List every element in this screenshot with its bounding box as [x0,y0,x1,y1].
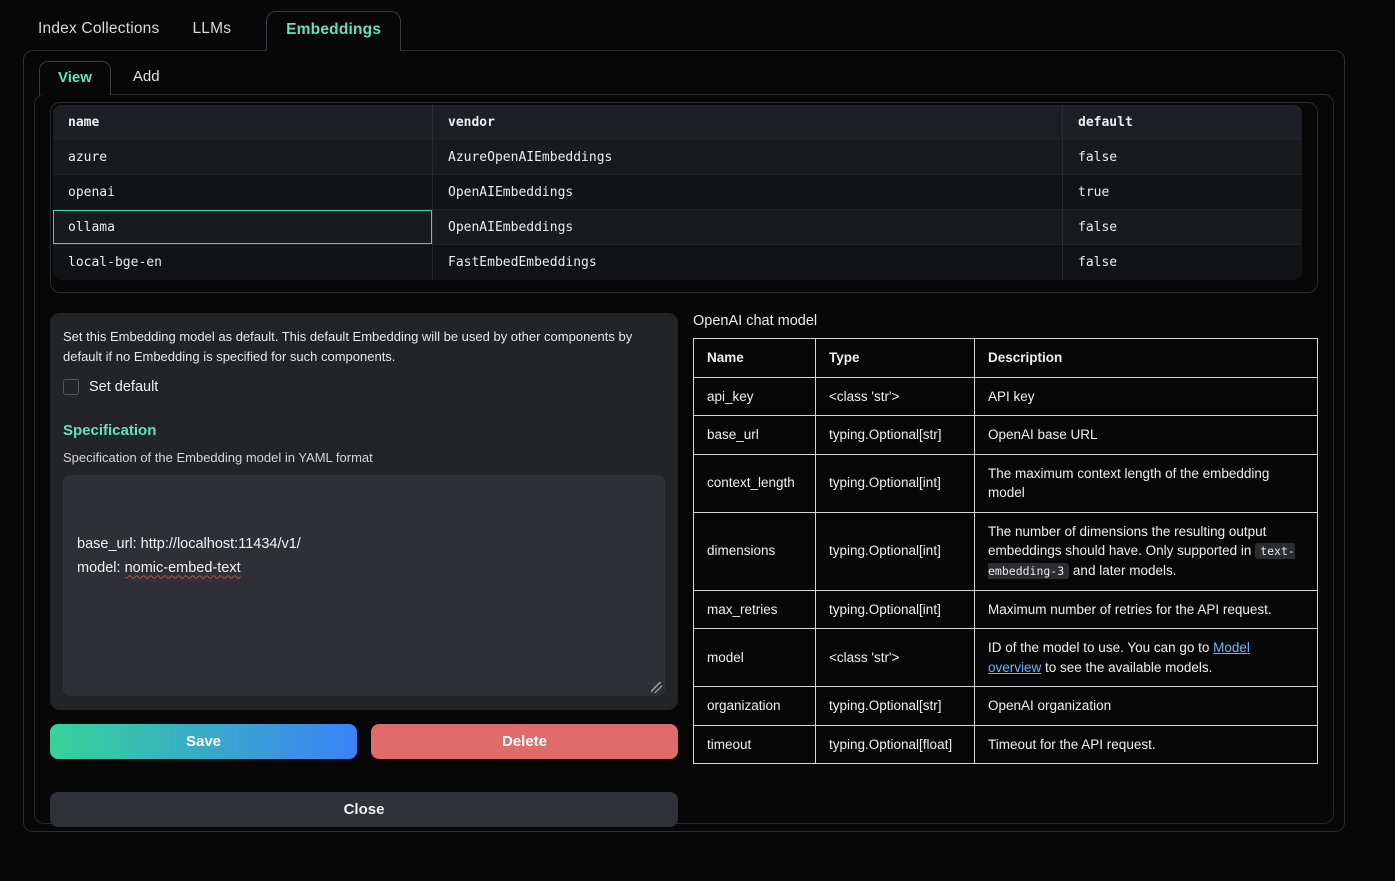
column-header-default: default [1063,105,1302,140]
cell-vendor[interactable]: OpenAIEmbeddings [433,175,1063,210]
detail-area: Set this Embedding model as default. Thi… [35,293,1333,827]
subtab-add[interactable]: Add [133,61,160,94]
embeddings-row-local-bge-en[interactable]: local-bge-enFastEmbedEmbeddingsfalse [53,245,1302,280]
embeddings-table-header: name vendor default [53,105,1302,140]
misspelled-word: nomic-embed-text [125,560,241,576]
set-default-description: Set this Embedding model as default. Thi… [63,327,665,367]
cell-vendor[interactable]: OpenAIEmbeddings [433,210,1063,245]
cell-default[interactable]: true [1063,175,1302,210]
schema-cell-description: The number of dimensions the resulting o… [975,512,1318,590]
cell-name[interactable]: local-bge-en [53,245,433,280]
embeddings-row-openai[interactable]: openaiOpenAIEmbeddingstrue [53,175,1302,210]
schema-cell-type: typing.Optional[str] [816,687,975,726]
schema-row-max_retries: max_retriestyping.Optional[int]Maximum n… [694,590,1318,629]
checkbox-icon[interactable] [63,379,79,395]
schema-cell-type: typing.Optional[float] [816,725,975,764]
tab-index-collections[interactable]: Index Collections [38,11,159,50]
cell-name[interactable]: azure [53,140,433,175]
schema-cell-name: organization [694,687,816,726]
schema-cell-name: model [694,629,816,687]
schema-cell-description: API key [975,377,1318,416]
schema-row-dimensions: dimensionstyping.Optional[int]The number… [694,512,1318,590]
schema-cell-type: typing.Optional[int] [816,590,975,629]
schema-cell-description: OpenAI base URL [975,416,1318,455]
main-tab-bar: Index Collections LLMs Embeddings [0,0,1395,50]
cell-default[interactable]: false [1063,210,1302,245]
embeddings-row-azure[interactable]: azureAzureOpenAIEmbeddingsfalse [53,140,1302,175]
cell-name[interactable]: openai [53,175,433,210]
close-button[interactable]: Close [50,792,678,827]
cell-default[interactable]: false [1063,245,1302,280]
schema-row-base_url: base_urltyping.Optional[str]OpenAI base … [694,416,1318,455]
cell-name[interactable]: ollama [53,210,433,245]
schema-row-context_length: context_lengthtyping.Optional[int]The ma… [694,454,1318,512]
schema-cell-description: Maximum number of retries for the API re… [975,590,1318,629]
schema-cell-type: typing.Optional[int] [816,512,975,590]
schema-cell-description: Timeout for the API request. [975,725,1318,764]
schema-cell-name: api_key [694,377,816,416]
edit-column: Set this Embedding model as default. Thi… [50,313,678,827]
schema-cell-name: base_url [694,416,816,455]
schema-cell-type: <class 'str'> [816,629,975,687]
inline-code: text-embedding-3 [988,543,1295,579]
view-tab-content: name vendor default azureAzureOpenAIEmbe… [34,94,1334,824]
column-header-name: name [53,105,433,140]
embeddings-panel: View Add name vendor default azureAzureO… [23,50,1345,832]
cell-vendor[interactable]: AzureOpenAIEmbeddings [433,140,1063,175]
schema-table: Name Type Description api_key<class 'str… [693,338,1318,764]
cell-default[interactable]: false [1063,140,1302,175]
yaml-spec-textarea[interactable]: base_url: http://localhost:11434/v1/mode… [63,475,665,696]
schema-row-model: model<class 'str'>ID of the model to use… [694,629,1318,687]
schema-table-header: Name Type Description [694,339,1318,378]
schema-header-name: Name [694,339,816,378]
schema-title: OpenAI chat model [693,313,1318,329]
schema-cell-name: max_retries [694,590,816,629]
resize-handle-icon[interactable] [651,682,662,693]
schema-cell-type: typing.Optional[int] [816,454,975,512]
schema-cell-description: The maximum context length of the embedd… [975,454,1318,512]
schema-row-timeout: timeouttyping.Optional[float]Timeout for… [694,725,1318,764]
schema-cell-name: timeout [694,725,816,764]
set-default-checkbox-row[interactable]: Set default [63,379,665,395]
schema-cell-type: typing.Optional[str] [816,416,975,455]
schema-header-type: Type [816,339,975,378]
set-default-label: Set default [89,379,158,395]
delete-button[interactable]: Delete [371,724,678,759]
action-button-row: Save Delete [50,724,678,759]
save-button[interactable]: Save [50,724,357,759]
tab-llms[interactable]: LLMs [192,11,231,50]
schema-row-organization: organizationtyping.Optional[str]OpenAI o… [694,687,1318,726]
yaml-line: model: nomic-embed-text [77,557,651,580]
schema-cell-name: dimensions [694,512,816,590]
column-header-vendor: vendor [433,105,1063,140]
embeddings-table-container: name vendor default azureAzureOpenAIEmbe… [50,102,1318,293]
yaml-line: base_url: http://localhost:11434/v1/ [77,533,651,556]
schema-header-description: Description [975,339,1318,378]
schema-row-api_key: api_key<class 'str'>API key [694,377,1318,416]
subtab-view[interactable]: View [39,61,111,95]
schema-cell-description: ID of the model to use. You can go to Mo… [975,629,1318,687]
embeddings-row-ollama[interactable]: ollamaOpenAIEmbeddingsfalse [53,210,1302,245]
schema-cell-description: OpenAI organization [975,687,1318,726]
schema-cell-name: context_length [694,454,816,512]
default-settings-panel: Set this Embedding model as default. Thi… [50,313,678,710]
embeddings-table: name vendor default azureAzureOpenAIEmbe… [53,105,1302,280]
schema-cell-type: <class 'str'> [816,377,975,416]
model-overview-link[interactable]: Model overview [988,640,1250,675]
cell-vendor[interactable]: FastEmbedEmbeddings [433,245,1063,280]
specification-heading: Specification [63,422,665,439]
sub-tab-bar: View Add [24,51,1344,94]
specification-sublabel: Specification of the Embedding model in … [63,450,665,465]
tab-embeddings[interactable]: Embeddings [266,11,401,51]
schema-column: OpenAI chat model Name Type Description … [693,313,1318,827]
